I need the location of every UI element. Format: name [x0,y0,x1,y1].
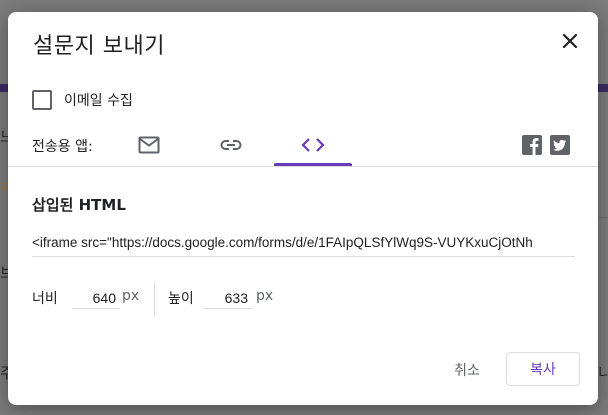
width-input[interactable] [72,288,120,309]
tab-email[interactable] [110,124,188,166]
share-twitter-button[interactable] [550,135,570,155]
copy-button[interactable]: 복사 [506,352,580,386]
dimension-divider [154,282,155,316]
send-via-label: 전송용 앱: [32,139,93,155]
share-facebook-button[interactable] [522,135,542,155]
email-collect-label: 이메일 수집 [64,93,133,109]
embed-code-text: <iframe src="https://docs.google.com/for… [32,235,533,250]
embed-html-title: 삽입된 HTML [32,196,126,214]
height-label: 높이 [168,291,194,307]
twitter-icon [553,139,567,151]
close-button[interactable] [558,29,582,53]
send-form-dialog: 설문지 보내기 이메일 수집 전송용 앱: 삽입된 HTML <iframe s… [8,12,598,405]
width-unit: px [122,288,140,304]
mail-icon [138,136,160,154]
link-icon [220,140,242,150]
dialog-title: 설문지 보내기 [33,34,165,59]
email-collect-row[interactable]: 이메일 수집 [32,89,133,111]
embed-code-icon [301,138,325,152]
background-divider [598,217,608,218]
tab-link[interactable] [192,124,270,166]
width-label: 너비 [32,291,58,307]
background-text-fragment: 니 [598,364,608,382]
embed-code-field[interactable]: <iframe src="https://docs.google.com/for… [32,232,575,257]
facebook-icon [530,138,539,155]
height-unit: px [256,288,274,304]
close-icon [562,33,578,49]
tab-divider [8,166,598,167]
tab-embed-html[interactable] [274,124,352,166]
cancel-button[interactable]: 취소 [438,355,496,385]
height-input[interactable] [204,288,252,309]
email-collect-checkbox[interactable] [32,90,52,110]
